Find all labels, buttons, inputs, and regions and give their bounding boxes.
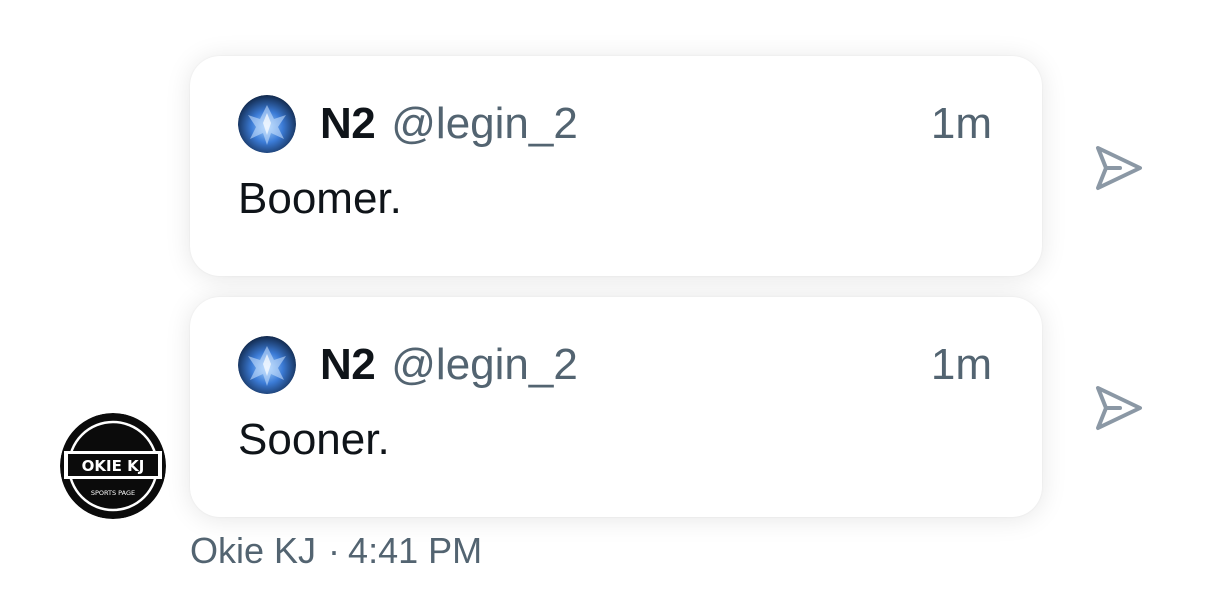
sender-avatar[interactable]: OKIE KJ SPORTS PAGE bbox=[60, 413, 166, 519]
tweet-text: Boomer. bbox=[238, 174, 402, 223]
sender-name[interactable]: Okie KJ bbox=[190, 530, 316, 572]
author-avatar[interactable] bbox=[238, 336, 296, 394]
tweet-text: Sooner. bbox=[238, 415, 390, 464]
send-icon bbox=[1096, 386, 1142, 430]
author-name[interactable]: N2 bbox=[320, 99, 376, 149]
logo-text: OKIE KJ bbox=[82, 457, 145, 475]
tweet-time: 1m bbox=[930, 99, 992, 148]
tweet-time: 1m bbox=[930, 340, 992, 389]
tweet-header: N2 @legin_2 1m bbox=[238, 335, 992, 395]
send-icon bbox=[1096, 146, 1142, 190]
logo-subtext: SPORTS PAGE bbox=[91, 489, 135, 497]
meta-separator: · bbox=[328, 530, 341, 571]
tweet-header: N2 @legin_2 1m bbox=[238, 94, 992, 154]
author-handle[interactable]: @legin_2 bbox=[391, 99, 578, 149]
blue-crystal-avatar-icon bbox=[238, 336, 296, 394]
shared-tweet-card[interactable]: N2 @legin_2 1m Boomer. bbox=[190, 56, 1042, 276]
send-button[interactable] bbox=[1090, 380, 1146, 436]
shared-tweet-card[interactable]: N2 @legin_2 1m Sooner. bbox=[190, 297, 1042, 517]
author-avatar[interactable] bbox=[238, 95, 296, 153]
author-handle[interactable]: @legin_2 bbox=[391, 340, 578, 390]
send-button[interactable] bbox=[1090, 140, 1146, 196]
okie-kj-logo-icon: OKIE KJ SPORTS PAGE bbox=[60, 413, 166, 519]
message-time: 4:41 PM bbox=[348, 530, 483, 571]
author-name[interactable]: N2 bbox=[320, 340, 376, 390]
message-meta: Okie KJ · 4:41 PM bbox=[190, 530, 482, 572]
dm-conversation: N2 @legin_2 1m Boomer. N2 @legin_2 1m So… bbox=[0, 0, 1212, 604]
blue-crystal-avatar-icon bbox=[238, 95, 296, 153]
